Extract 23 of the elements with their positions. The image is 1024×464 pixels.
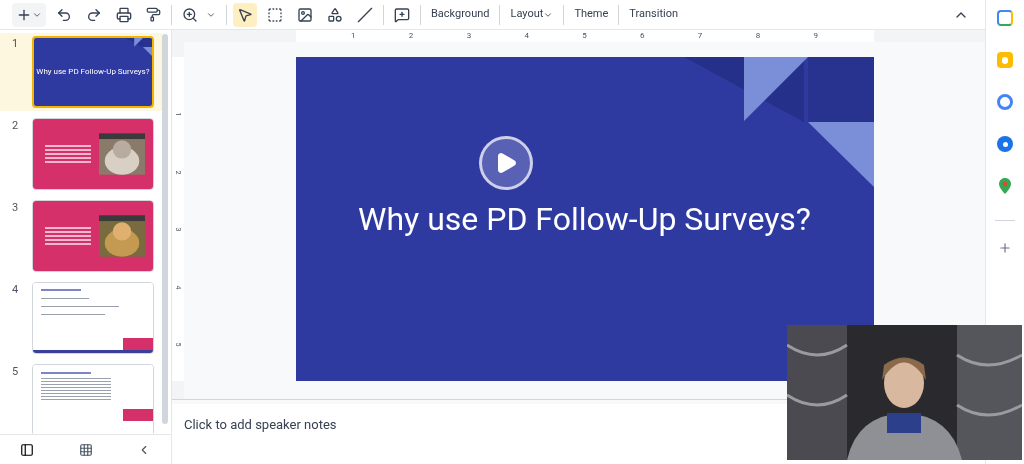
ruler-number: 2 (408, 30, 414, 42)
ruler-number: 3 (466, 30, 472, 42)
slide-number: 5 (12, 364, 20, 380)
toolbar-button[interactable]: Transition (625, 6, 683, 23)
slide-canvas[interactable]: Why use PD Follow-Up Surveys? (295, 57, 874, 381)
slide-title: Why use PD Follow-Up Surveys? (358, 199, 811, 240)
slide-number: 3 (12, 200, 20, 216)
ruler-number: 7 (697, 30, 703, 42)
slide-number: 4 (12, 282, 20, 298)
thumbnail-title: Why use PD Follow-Up Surveys? (36, 66, 150, 78)
slide-thumbnail[interactable]: Why use PD Follow-Up Surveys? (31, 36, 154, 108)
ruler-number: 6 (640, 30, 645, 42)
ruler-number: 9 (813, 30, 818, 42)
ruler-number: 1 (351, 30, 356, 42)
ruler-number: 4 (524, 30, 529, 42)
speaker-notes-field[interactable]: Click to add speaker notes (184, 417, 337, 432)
ruler-number: 8 (755, 30, 761, 42)
toolbar-button[interactable]: Layout (506, 6, 558, 23)
toolbar-button[interactable]: Background (427, 6, 494, 23)
slide-number: 1 (12, 36, 20, 52)
toolbar-button[interactable]: Theme (570, 6, 613, 23)
ruler-number: 5 (582, 30, 587, 42)
slide-number: 2 (12, 118, 20, 134)
